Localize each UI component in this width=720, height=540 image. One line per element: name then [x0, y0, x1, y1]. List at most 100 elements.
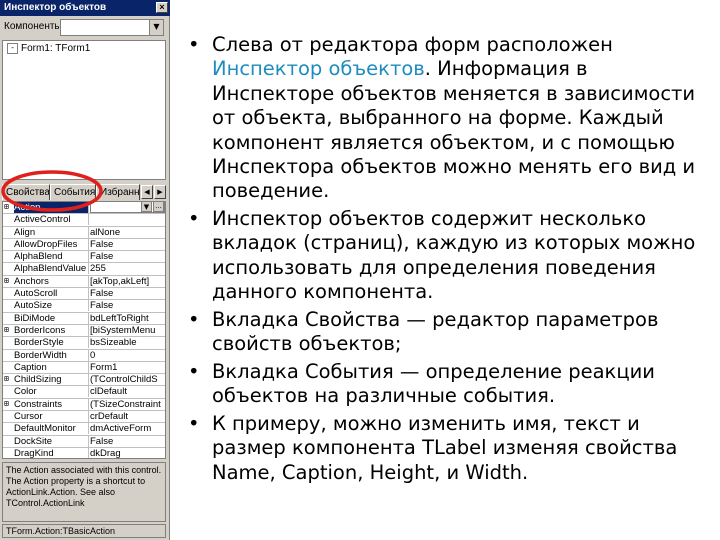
property-value[interactable]: False — [90, 239, 165, 250]
highlighted-term: Инспектор объектов — [212, 57, 425, 81]
property-value[interactable]: 0 — [90, 350, 165, 361]
property-name: Constraints — [14, 398, 89, 410]
bullet-icon: • — [188, 307, 200, 331]
bullet-text: Вкладка События — определение реакции об… — [212, 359, 655, 408]
expand-icon[interactable]: ⊞ — [4, 374, 13, 383]
property-row[interactable]: AutoScroll False — [3, 288, 165, 301]
property-row[interactable]: DragKind dkDrag — [3, 447, 165, 458]
bullet-icon: • — [188, 411, 200, 435]
tree-item-form1[interactable]: - Form1: TForm1 — [7, 43, 90, 54]
property-name: Color — [14, 386, 89, 398]
chevron-down-icon[interactable]: ▼ — [141, 202, 152, 212]
property-value[interactable]: (TControlChildS — [90, 374, 165, 385]
property-row[interactable]: BorderStyle bsSizeable — [3, 337, 165, 350]
bullet-icon: • — [188, 359, 200, 383]
property-row[interactable]: BiDiMode bdLeftToRight — [3, 312, 165, 325]
inspector-title-bar[interactable]: Инспектор объектов × — [0, 0, 170, 16]
tab-favorites[interactable]: Избранно — [96, 184, 140, 200]
expand-icon[interactable]: ⊞ — [4, 325, 13, 334]
property-value[interactable]: False — [90, 251, 165, 262]
property-name: AutoSize — [14, 300, 89, 312]
property-name: BorderWidth — [14, 349, 89, 361]
property-value[interactable] — [90, 214, 165, 225]
property-value[interactable]: 255 — [90, 263, 165, 274]
property-row[interactable]: AlphaBlend False — [3, 251, 165, 264]
property-name: DockSite — [14, 435, 89, 447]
bullet-text: К примеру, можно изменить имя, текст и р… — [212, 411, 678, 484]
property-row[interactable]: ⊞ ChildSizing (TControlChildS — [3, 374, 165, 387]
property-row[interactable]: Align alNone — [3, 226, 165, 239]
property-row[interactable]: ⊞ BorderIcons [biSystemMenu — [3, 324, 165, 338]
property-row[interactable]: DockSite False — [3, 435, 165, 448]
components-row: Компоненты ▼ — [2, 18, 168, 38]
property-row[interactable]: Color clDefault — [3, 386, 165, 399]
tab-scroll-right-icon[interactable]: ▶ — [154, 185, 166, 199]
collapse-icon[interactable]: - — [7, 43, 18, 54]
bullet-item: • Вкладка Свойства — редактор параметров … — [188, 308, 713, 357]
property-value[interactable]: dmActiveForm — [90, 423, 165, 434]
property-name: AutoScroll — [14, 288, 89, 300]
bullet-text: Вкладка Свойства — редактор параметров с… — [212, 307, 659, 356]
property-name: Action — [14, 202, 89, 213]
property-row[interactable]: ⊞ Constraints (TSizeConstraint — [3, 398, 165, 412]
property-grid[interactable]: ⊞ Action ▼... ActiveControl Align alNone Allow… — [2, 201, 166, 459]
property-row[interactable]: ⊞ Anchors [akTop,akLeft] — [3, 275, 165, 289]
expand-icon[interactable]: ⊞ — [4, 399, 13, 408]
bullet-icon: • — [188, 33, 200, 56]
property-row[interactable]: ⊞ Action ▼... — [3, 202, 165, 215]
property-name: AllowDropFiles — [14, 238, 89, 250]
property-name: DragKind — [14, 447, 89, 458]
property-row[interactable]: DefaultMonitor dmActiveForm — [3, 423, 165, 436]
property-value[interactable]: [akTop,akLeft] — [90, 276, 165, 287]
bullet-list: • Слева от редактора форм расположен Инсп… — [188, 33, 713, 488]
property-value[interactable]: bdLeftToRight — [90, 313, 165, 324]
property-name: Align — [14, 226, 89, 238]
property-value[interactable]: alNone — [90, 227, 165, 238]
status-bar: TForm.Action:TBasicAction — [2, 524, 166, 538]
expand-icon[interactable]: ⊞ — [4, 202, 13, 211]
property-row[interactable]: ActiveControl — [3, 214, 165, 227]
property-row[interactable]: AlphaBlendValue 255 — [3, 263, 165, 276]
components-combo[interactable]: ▼ — [60, 19, 164, 36]
tree-item-label: Form1: TForm1 — [21, 43, 91, 55]
property-value[interactable]: [biSystemMenu — [90, 325, 165, 336]
property-value[interactable]: dkDrag — [90, 448, 165, 458]
ellipsis-button[interactable]: ... — [153, 202, 164, 212]
property-value[interactable]: bsSizeable — [90, 337, 165, 348]
bullet-text: Инспектор объектов содержит несколько вк… — [212, 207, 696, 304]
property-name: Caption — [14, 361, 89, 373]
inspector-title: Инспектор объектов — [4, 2, 107, 13]
property-name: AlphaBlend — [14, 251, 89, 263]
component-tree[interactable]: - Form1: TForm1 — [2, 40, 166, 180]
property-row[interactable]: BorderWidth 0 — [3, 349, 165, 362]
property-name: DefaultMonitor — [14, 423, 89, 435]
property-value[interactable]: False — [90, 436, 165, 447]
property-row[interactable]: Caption Form1 — [3, 361, 165, 375]
components-label: Компоненты — [4, 21, 62, 32]
property-name: ActiveControl — [14, 214, 89, 226]
tab-properties[interactable]: Свойства — [2, 184, 50, 200]
property-name: Anchors — [14, 275, 89, 287]
tab-scroll-left-icon[interactable]: ◀ — [141, 185, 153, 199]
bullet-icon: • — [188, 207, 200, 231]
property-value[interactable]: False — [90, 288, 165, 299]
property-value[interactable]: (TSizeConstraint — [90, 399, 165, 410]
expand-icon[interactable]: ⊞ — [4, 276, 13, 285]
property-row[interactable]: AllowDropFiles False — [3, 238, 165, 252]
property-value[interactable]: clDefault — [90, 386, 165, 397]
property-value[interactable]: crDefault — [90, 411, 165, 422]
tab-events[interactable]: События — [50, 184, 96, 200]
property-row[interactable]: AutoSize False — [3, 300, 165, 313]
property-value[interactable]: False — [90, 300, 165, 311]
property-value[interactable]: Form1 — [90, 362, 165, 373]
object-inspector-window: Инспектор объектов × Компоненты ▼ - Form1… — [0, 0, 170, 540]
bullet-item: • Слева от редактора форм расположен Инсп… — [188, 33, 713, 204]
close-icon[interactable]: × — [156, 2, 168, 13]
bullet-item: • Вкладка События — определение реакции о… — [188, 360, 713, 409]
chevron-down-icon[interactable]: ▼ — [149, 20, 163, 35]
bullet-item: • К примеру, можно изменить имя, текст и … — [188, 412, 713, 485]
property-name: BiDiMode — [14, 312, 89, 324]
property-row[interactable]: Cursor crDefault — [3, 411, 165, 424]
property-name: Cursor — [14, 411, 89, 423]
property-name: BorderStyle — [14, 337, 89, 349]
